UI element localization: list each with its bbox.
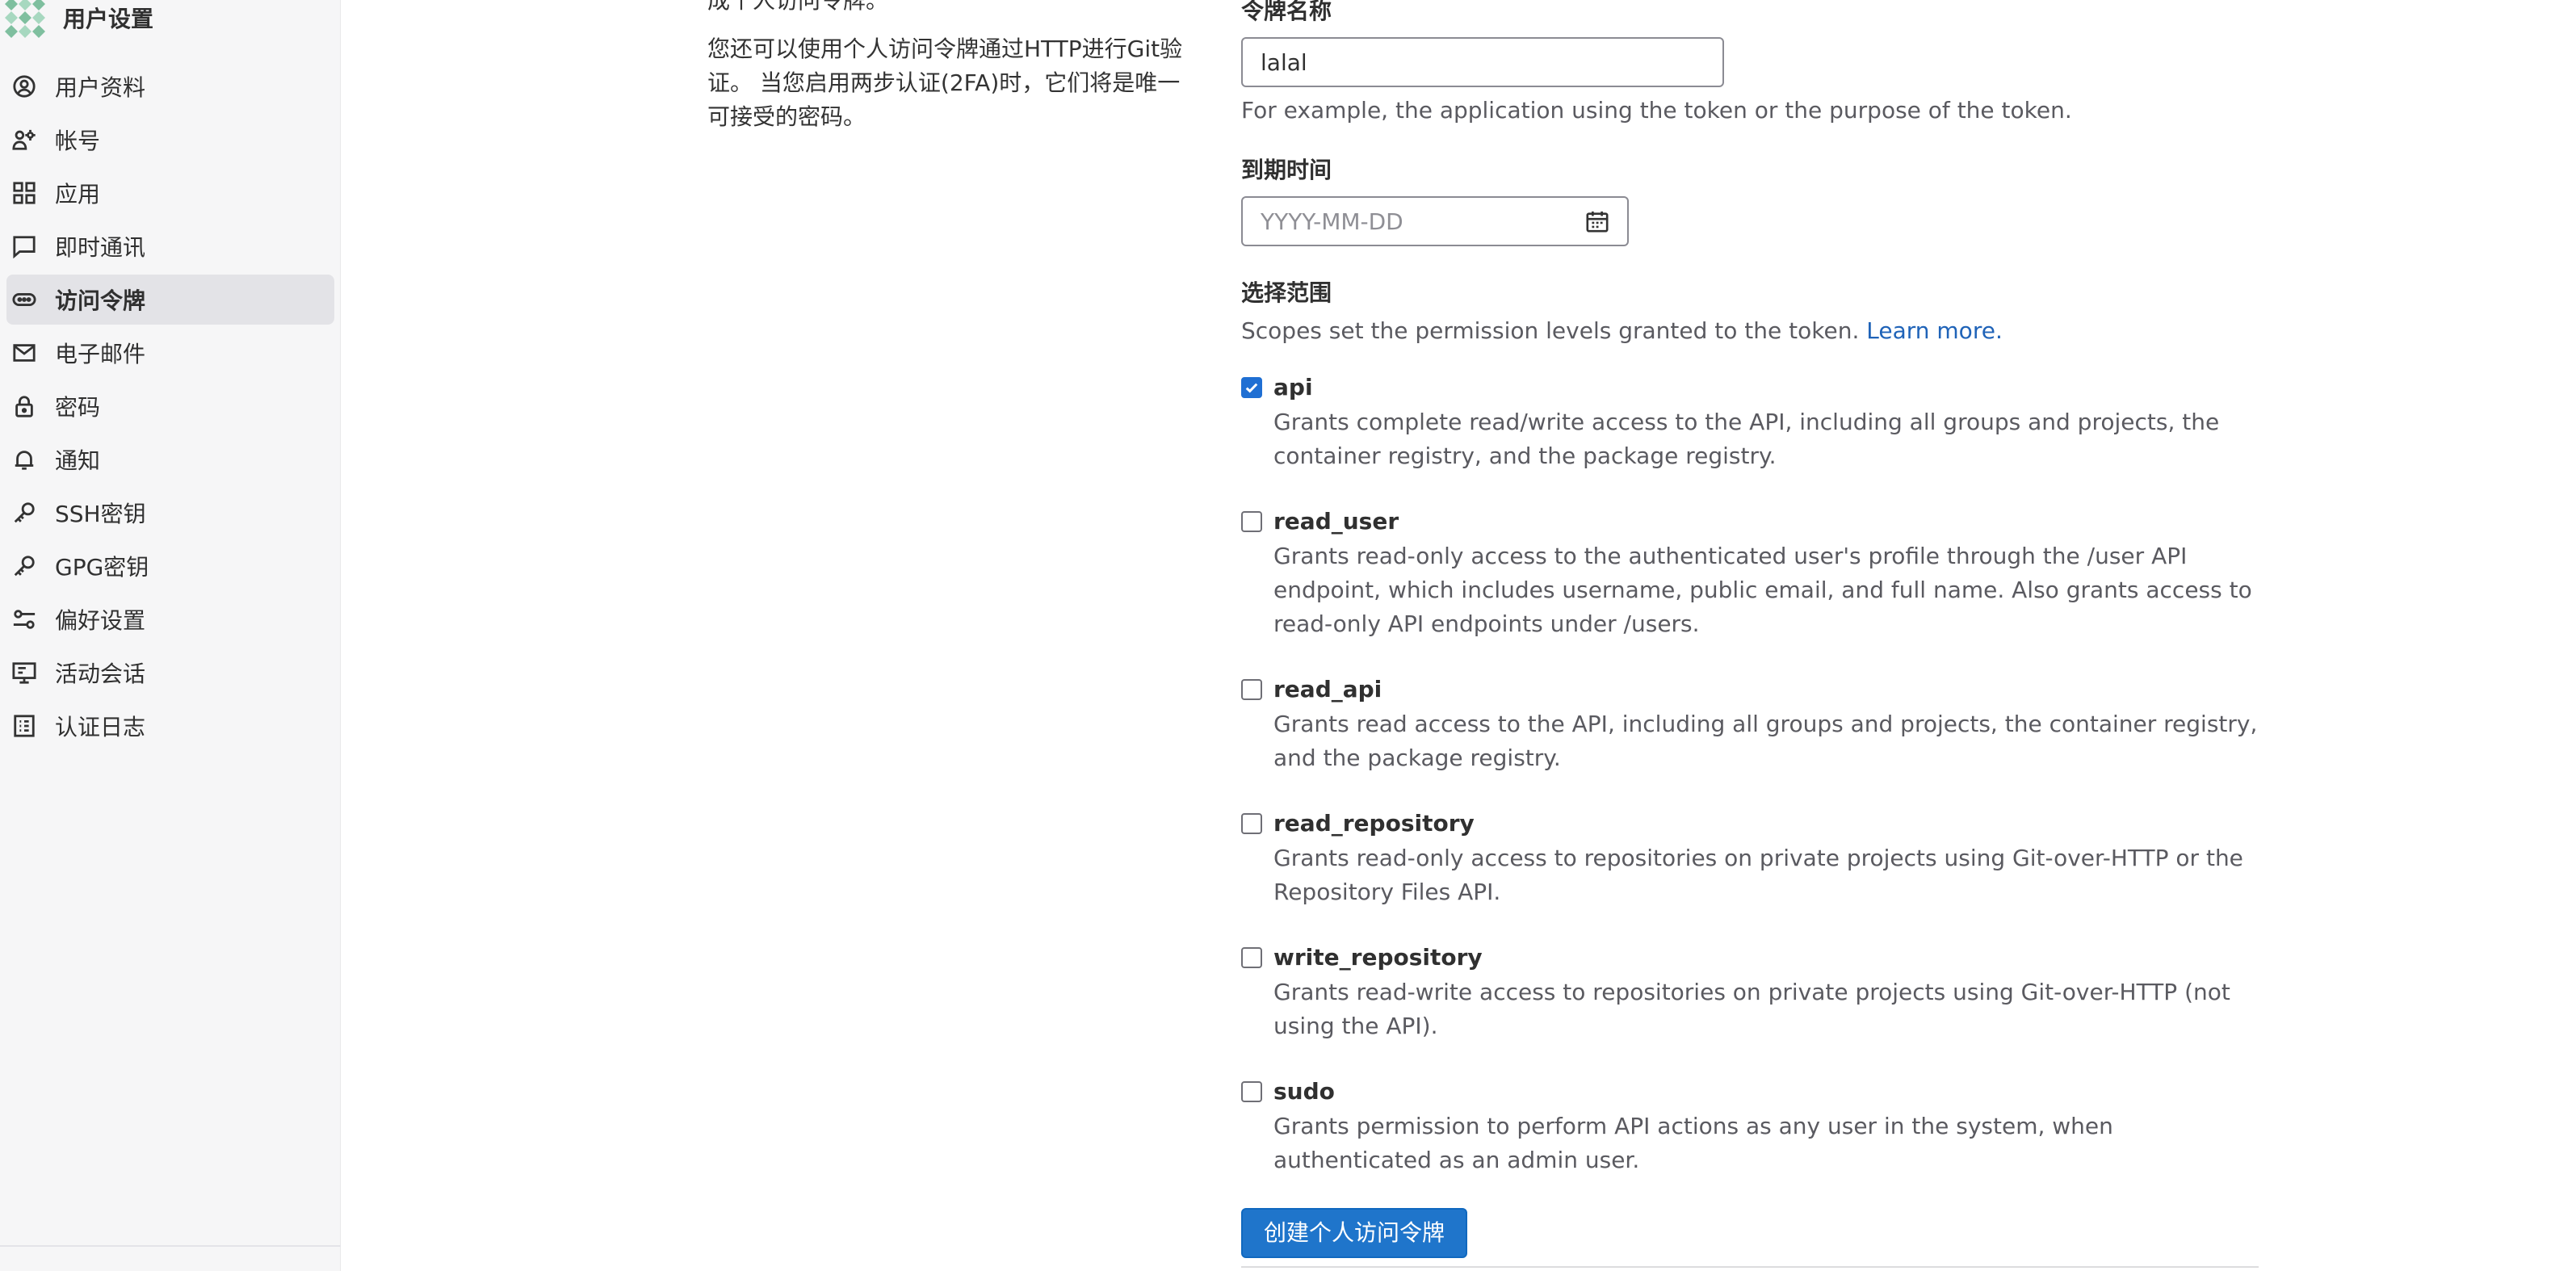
sidebar-nav: 用户资料 帐号 应用 即时通讯 访问令牌 电子邮件 密码 通知 SSH密钥 GP… <box>0 61 341 754</box>
token-name-input[interactable]: lalal <box>1241 37 1724 87</box>
sidebar-item-active-sessions[interactable]: 活动会话 <box>6 648 334 698</box>
scope-item-read-user: read_user Grants read-only access to the… <box>1241 505 2259 641</box>
scope-name: write_repository <box>1273 944 1483 971</box>
sidebar-item-preferences[interactable]: 偏好设置 <box>6 594 334 644</box>
sidebar-item-access-tokens[interactable]: 访问令牌 <box>6 275 334 325</box>
description-paragraph: 您还可以使用个人访问令牌通过HTTP进行Git验证。 当您启用两步认证(2FA)… <box>707 36 1183 130</box>
scope-list: api Grants complete read/write access to… <box>1241 371 2259 1177</box>
sidebar-title: 用户设置 <box>63 6 154 32</box>
token-form: 令牌名称 lalal For example, the application … <box>1241 0 2259 1258</box>
scope-description: Grants read access to the API, including… <box>1273 711 2258 771</box>
bell-icon <box>11 447 37 472</box>
account-icon <box>11 127 37 153</box>
scope-item-sudo: sudo Grants permission to perform API ac… <box>1241 1076 2259 1177</box>
sidebar-header: 用户设置 <box>0 0 154 43</box>
scope-name: read_repository <box>1273 810 1475 837</box>
sidebar-item-ssh-keys[interactable]: SSH密钥 <box>6 488 334 538</box>
scope-item-api: api Grants complete read/write access to… <box>1241 371 2259 473</box>
mail-icon <box>11 340 37 366</box>
scope-item-read-repository: read_repository Grants read-only access … <box>1241 807 2259 909</box>
profile-icon <box>11 73 37 99</box>
scope-name: api <box>1273 374 1313 401</box>
scope-item-read-api: read_api Grants read access to the API, … <box>1241 673 2259 775</box>
scope-name: read_user <box>1273 508 1399 535</box>
scope-name: read_api <box>1273 676 1382 703</box>
scopes-label: 选择范围 <box>1241 279 1332 306</box>
sidebar-item-label: SSH密钥 <box>55 501 146 527</box>
sidebar-item-applications[interactable]: 应用 <box>6 168 334 218</box>
sidebar-item-label: GPG密钥 <box>55 554 149 581</box>
sidebar-item-label: 通知 <box>55 447 101 474</box>
sidebar-item-auth-log[interactable]: 认证日志 <box>6 701 334 751</box>
description-partial-line: 成个人访问令牌。 <box>707 0 889 14</box>
sidebar-item-label: 偏好设置 <box>55 607 146 634</box>
scope-name: sudo <box>1273 1078 1335 1105</box>
scope-item-write-repository: write_repository Grants read-write acces… <box>1241 942 2259 1043</box>
preferences-icon <box>11 606 37 632</box>
sidebar-item-notifications[interactable]: 通知 <box>6 434 334 484</box>
create-token-button[interactable]: 创建个人访问令牌 <box>1241 1208 1468 1258</box>
sidebar-item-label: 活动会话 <box>55 661 146 687</box>
sidebar-item-label: 用户资料 <box>55 74 146 101</box>
calendar-icon[interactable] <box>1585 209 1609 233</box>
scope-checkbox-api[interactable] <box>1241 377 1262 398</box>
monitor-icon <box>11 660 37 686</box>
scope-description: Grants read-only access to repositories … <box>1273 845 2243 905</box>
token-name-help: For example, the application using the t… <box>1241 97 2072 124</box>
sidebar-item-label: 即时通讯 <box>55 234 146 261</box>
sidebar-item-password[interactable]: 密码 <box>6 381 334 431</box>
sidebar-item-label: 电子邮件 <box>55 341 146 367</box>
scope-description: Grants permission to perform API actions… <box>1273 1113 2113 1173</box>
token-description: 成个人访问令牌。 您还可以使用个人访问令牌通过HTTP进行Git验证。 当您启用… <box>707 0 1192 149</box>
scopes-help: Scopes set the permission levels granted… <box>1241 317 2259 344</box>
chat-icon <box>11 233 37 259</box>
log-icon <box>11 713 37 739</box>
sidebar: 用户设置 用户资料 帐号 应用 即时通讯 访问令牌 电子邮件 密码 通知 SSH… <box>0 0 341 1271</box>
scope-checkbox-sudo[interactable] <box>1241 1081 1262 1102</box>
scope-checkbox-write-repository[interactable] <box>1241 947 1262 968</box>
token-icon <box>11 287 37 313</box>
applications-icon <box>11 180 37 206</box>
scopes-help-text: Scopes set the permission levels granted… <box>1241 317 1860 344</box>
scope-checkbox-read-repository[interactable] <box>1241 813 1262 834</box>
key-icon <box>11 553 37 579</box>
scope-checkbox-read-api[interactable] <box>1241 679 1262 700</box>
avatar <box>0 0 50 43</box>
sidebar-item-label: 应用 <box>55 181 101 208</box>
sidebar-footer-divider <box>0 1245 341 1247</box>
sidebar-item-label: 认证日志 <box>55 714 146 740</box>
sidebar-item-label: 密码 <box>55 394 101 421</box>
sidebar-item-chat[interactable]: 即时通讯 <box>6 221 334 271</box>
scope-checkbox-read-user[interactable] <box>1241 511 1262 532</box>
expiry-date-input[interactable]: YYYY-MM-DD <box>1241 196 1629 246</box>
expiry-placeholder: YYYY-MM-DD <box>1261 208 1403 235</box>
learn-more-link[interactable]: Learn more. <box>1866 317 2003 344</box>
sidebar-item-account[interactable]: 帐号 <box>6 115 334 165</box>
scope-description: Grants read-only access to the authentic… <box>1273 543 2252 637</box>
sidebar-item-profile[interactable]: 用户资料 <box>6 61 334 111</box>
sidebar-item-label: 帐号 <box>55 128 101 154</box>
scope-description: Grants complete read/write access to the… <box>1273 409 2220 469</box>
key-icon <box>11 500 37 526</box>
sidebar-item-label: 访问令牌 <box>55 287 146 314</box>
sidebar-item-gpg-keys[interactable]: GPG密钥 <box>6 541 334 591</box>
scope-description: Grants read-write access to repositories… <box>1273 979 2230 1039</box>
lock-icon <box>11 393 37 419</box>
token-name-label: 令牌名称 <box>1241 0 1332 24</box>
form-divider <box>1241 1266 2259 1268</box>
check-icon <box>1245 383 1258 393</box>
expiry-label: 到期时间 <box>1241 157 1332 183</box>
sidebar-item-emails[interactable]: 电子邮件 <box>6 328 334 378</box>
